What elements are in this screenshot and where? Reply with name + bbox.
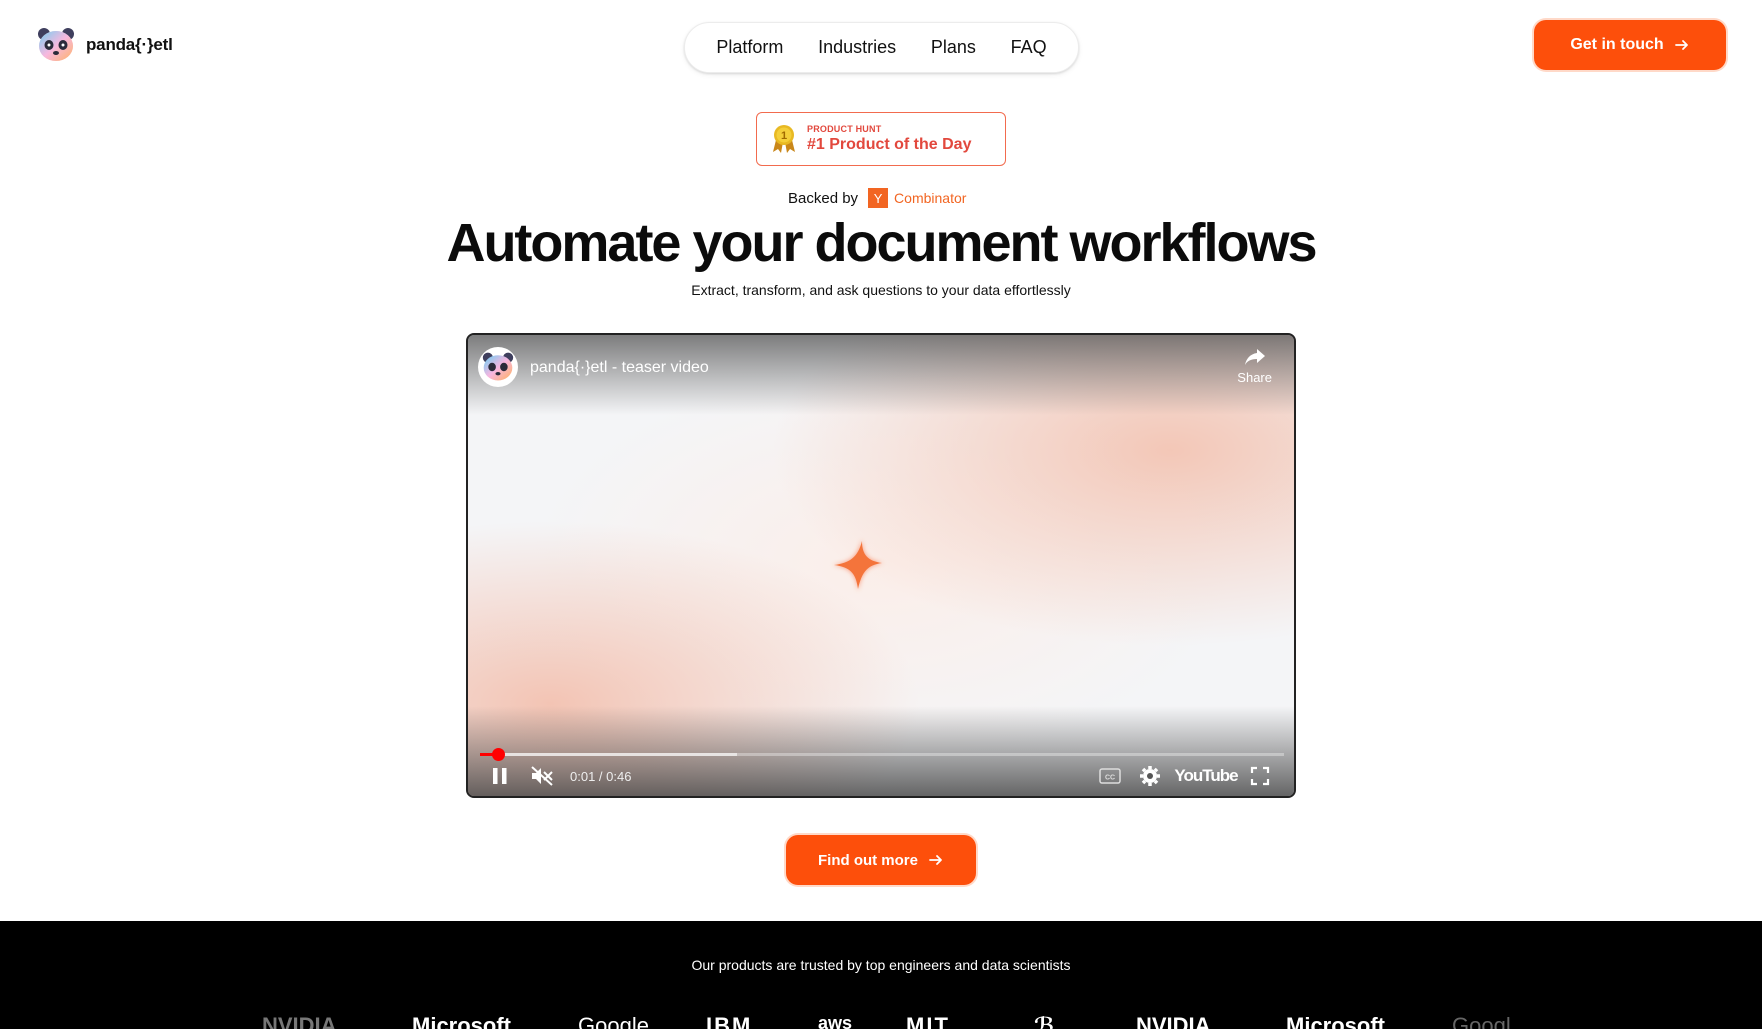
main-nav: Platform Industries Plans FAQ bbox=[684, 22, 1079, 73]
brand-logo[interactable]: panda{·}etl bbox=[36, 26, 173, 64]
hero-subhead: Extract, transform, and ask questions to… bbox=[691, 282, 1071, 298]
volume-muted-icon bbox=[531, 766, 553, 786]
nav-item-faq[interactable]: FAQ bbox=[1011, 37, 1047, 58]
gear-icon bbox=[1140, 766, 1160, 786]
microsoft-logo-2: Microsoft bbox=[1286, 1013, 1385, 1029]
find-out-more-button[interactable]: Find out more bbox=[786, 835, 976, 885]
backed-by-label: Backed by bbox=[788, 189, 859, 207]
youtube-logo[interactable]: YouTube bbox=[1174, 764, 1238, 788]
nav-item-platform[interactable]: Platform bbox=[716, 37, 783, 58]
settings-button[interactable] bbox=[1138, 764, 1162, 788]
google-logo-2: Googl bbox=[1452, 1013, 1511, 1029]
get-in-touch-label: Get in touch bbox=[1570, 36, 1664, 53]
share-icon bbox=[1244, 349, 1265, 365]
pause-button[interactable] bbox=[488, 764, 512, 788]
share-button[interactable]: Share bbox=[1237, 347, 1272, 385]
brand-name: panda{·}etl bbox=[86, 35, 173, 54]
product-hunt-title: #1 Product of the Day bbox=[807, 136, 972, 153]
mit-logo: MIT bbox=[906, 1013, 950, 1029]
ibm-logo: IBM bbox=[706, 1013, 753, 1029]
nav-item-plans[interactable]: Plans bbox=[931, 37, 976, 58]
nvidia-logo: NVIDIA bbox=[262, 1013, 337, 1029]
nav-item-industries[interactable]: Industries bbox=[818, 37, 896, 58]
arrow-right-icon bbox=[1674, 40, 1688, 50]
fullscreen-button[interactable] bbox=[1248, 764, 1272, 788]
hero-headline: Automate your document workflows bbox=[446, 213, 1317, 273]
y-combinator-logo[interactable]: Y Combinator bbox=[868, 188, 966, 208]
nvidia-logo-2: NVIDIA bbox=[1136, 1013, 1211, 1029]
video-title[interactable]: panda{·}etl - teaser video bbox=[530, 359, 709, 377]
panda-logo-icon bbox=[38, 28, 74, 61]
share-label: Share bbox=[1237, 370, 1272, 385]
captions-button[interactable]: CC bbox=[1098, 764, 1122, 788]
video-player[interactable]: panda{·}etl - teaser video Share 0:01 / … bbox=[466, 333, 1296, 798]
medal-rank: 1 bbox=[781, 130, 787, 142]
captions-icon: CC bbox=[1099, 768, 1121, 784]
google-logo: Google bbox=[578, 1013, 649, 1029]
product-hunt-label: PRODUCT HUNT bbox=[807, 124, 882, 134]
arrow-right-icon bbox=[929, 855, 942, 865]
trusted-by-text: Our products are trusted by top engineer… bbox=[691, 957, 1071, 973]
product-hunt-badge[interactable]: 1 PRODUCT HUNT #1 Product of the Day bbox=[756, 112, 1006, 166]
pause-icon bbox=[493, 768, 507, 784]
yc-name: Combinator bbox=[894, 190, 967, 206]
medal-icon: 1 bbox=[773, 125, 795, 153]
sparkle-icon bbox=[832, 539, 884, 591]
fullscreen-icon bbox=[1250, 766, 1270, 786]
customer-logos: NVIDIA Microsoft Google IBM aws MIT ℬ NV… bbox=[0, 1013, 1762, 1029]
aws-logo: aws bbox=[818, 1013, 853, 1029]
video-controls: 0:01 / 0:46 CC YouTube bbox=[468, 756, 1294, 796]
brand-logo-mark: ℬ bbox=[1034, 1013, 1055, 1029]
captions-label: CC bbox=[1105, 775, 1115, 782]
microsoft-logo: Microsoft bbox=[412, 1013, 511, 1029]
yc-icon: Y bbox=[868, 188, 889, 208]
backed-by: Backed by Y Combinator bbox=[788, 188, 966, 208]
trusted-by-section: Our products are trusted by top engineer… bbox=[0, 921, 1762, 1029]
channel-avatar[interactable] bbox=[478, 347, 518, 387]
video-time: 0:01 / 0:46 bbox=[570, 769, 632, 784]
mute-button[interactable] bbox=[528, 764, 556, 788]
get-in-touch-button[interactable]: Get in touch bbox=[1534, 20, 1726, 70]
find-out-more-label: Find out more bbox=[818, 851, 918, 869]
panda-avatar-icon bbox=[482, 352, 514, 381]
